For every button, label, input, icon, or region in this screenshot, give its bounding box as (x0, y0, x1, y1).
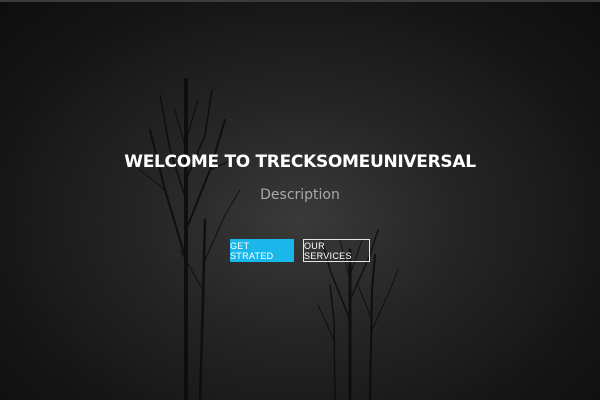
get-started-button[interactable]: GET STRATED (230, 239, 294, 262)
hero-title: WELCOME TO TRECKSOMEUNIVERSAL (124, 152, 476, 172)
hero-section: WELCOME TO TRECKSOMEUNIVERSAL Descriptio… (0, 0, 600, 400)
hero-content: WELCOME TO TRECKSOMEUNIVERSAL Descriptio… (0, 0, 600, 400)
our-services-button[interactable]: OUR SERVICES (303, 239, 370, 262)
hero-description: Description (260, 187, 340, 203)
